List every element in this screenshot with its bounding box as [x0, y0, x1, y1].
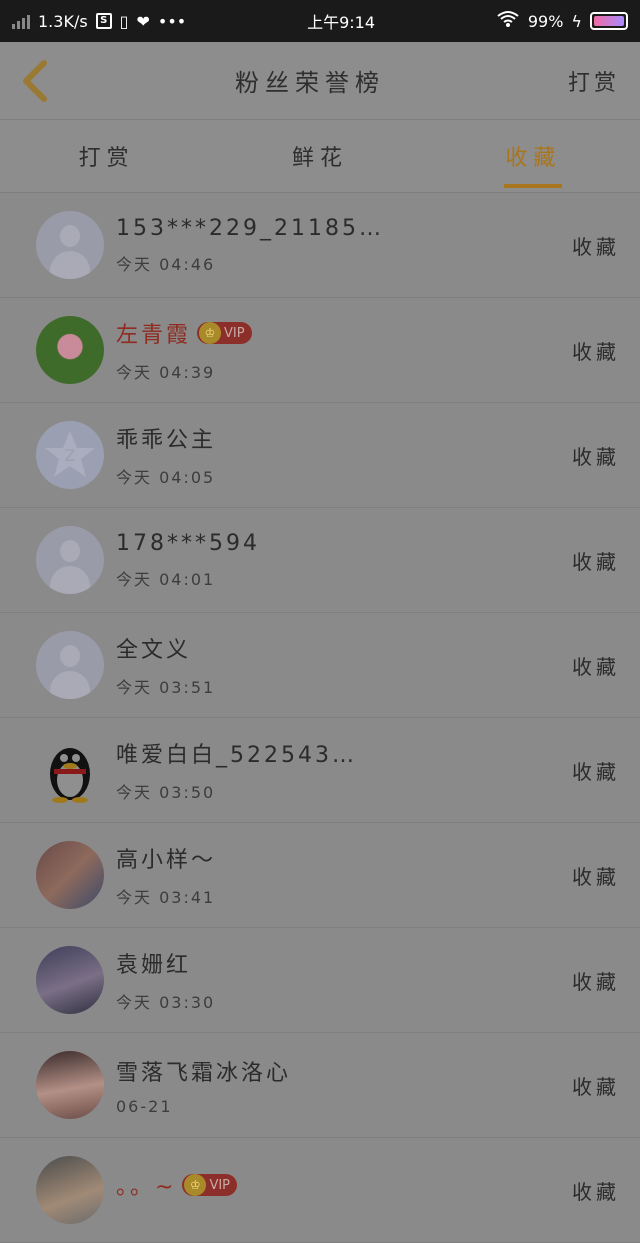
action-label: 收藏 — [572, 234, 620, 259]
vip-badge: ♔ VIP — [182, 1174, 238, 1196]
action-label: 收藏 — [572, 759, 620, 784]
reward-button[interactable]: 打赏 — [568, 65, 620, 97]
star-avatar-icon: Z — [36, 421, 104, 489]
list-item-info: 全文义 今天 03:51 — [116, 632, 572, 698]
list-item-info: 153***229_21185… 今天 04:46 — [116, 216, 572, 275]
penguin-avatar-icon — [36, 736, 104, 804]
network-speed: 1.3K/s — [38, 11, 88, 31]
phone-icon: ▯ — [119, 11, 129, 31]
action-label: 收藏 — [572, 654, 620, 679]
user-name: 左青霞 — [116, 323, 192, 348]
crown-icon: ♔ — [184, 1174, 207, 1196]
user-name: 乖乖公主 — [116, 428, 217, 453]
list-item[interactable]: 袁姗红 今天 03:30 收藏 — [0, 928, 640, 1033]
more-icon: ••• — [157, 11, 187, 31]
status-right: 99% ϟ — [496, 10, 628, 32]
charging-icon: ϟ — [571, 11, 582, 31]
crown-icon: ♔ — [199, 322, 222, 344]
user-name: 全文义 — [116, 638, 192, 663]
action-label: 收藏 — [572, 444, 620, 469]
list-item[interactable]: 高小样～ 今天 03:41 收藏 — [0, 823, 640, 928]
user-time: 06-21 — [116, 1096, 173, 1116]
list-item[interactable]: 。。~ ♔ VIP 收藏 — [0, 1138, 640, 1243]
action-label: 收藏 — [572, 549, 620, 574]
photo-avatar-icon — [36, 946, 104, 1014]
list-item[interactable]: 雪落飞霜冰洛心 06-21 收藏 — [0, 1033, 640, 1138]
user-time: 今天 04:46 — [116, 254, 216, 274]
photo-avatar-icon — [36, 1051, 104, 1119]
heart-shield-icon: ❤ — [136, 11, 150, 31]
user-time: 今天 04:05 — [116, 468, 216, 487]
fan-list: 153***229_21185… 今天 04:46 收藏 左青霞 ♔ VIP 今天… — [0, 193, 640, 1243]
photo-avatar-icon — [36, 1156, 104, 1224]
list-item[interactable]: 178***594 今天 04:01 收藏 — [0, 508, 640, 613]
list-item[interactable]: Z 乖乖公主 今天 04:05 收藏 — [0, 403, 640, 508]
user-name: 唯爱白白_522543… — [116, 743, 357, 768]
user-name: 雪落飞霜冰洛心 — [116, 1060, 292, 1086]
user-time: 今天 03:41 — [116, 888, 216, 907]
vip-label: VIP — [209, 1177, 231, 1193]
user-time: 今天 03:51 — [116, 678, 216, 697]
action-label: 收藏 — [572, 1074, 620, 1099]
list-item[interactable]: 左青霞 ♔ VIP 今天 04:39 收藏 — [0, 298, 640, 403]
user-name-row: 左青霞 ♔ VIP — [116, 317, 572, 349]
tab-reward[interactable]: 打赏 — [0, 120, 213, 192]
user-time: 今天 03:30 — [116, 993, 216, 1012]
user-time: 今天 03:50 — [116, 783, 216, 802]
list-item[interactable]: 唯爱白白_522543… 今天 03:50 收藏 — [0, 718, 640, 823]
back-arrow-icon — [23, 59, 47, 102]
list-item[interactable]: 全文义 今天 03:51 收藏 — [0, 613, 640, 718]
vip-badge: ♔ VIP — [197, 322, 252, 344]
battery-icon — [589, 12, 628, 30]
list-item-info: 左青霞 ♔ VIP 今天 04:39 — [116, 317, 572, 383]
user-name: 高小样～ — [116, 848, 217, 873]
clock: 上午9:14 — [307, 13, 375, 32]
signal-icon — [12, 13, 30, 29]
action-label: 收藏 — [572, 969, 620, 994]
user-name: 178***594 — [116, 530, 260, 556]
list-item-info: 雪落飞霜冰洛心 06-21 — [116, 1055, 572, 1116]
list-item-info: 乖乖公主 今天 04:05 — [116, 422, 572, 488]
battery-percent: 99% — [527, 11, 564, 31]
photo-avatar-icon — [36, 841, 104, 909]
user-name-row: 。。~ ♔ VIP — [116, 1169, 572, 1201]
list-item-info: 唯爱白白_522543… 今天 03:50 — [116, 737, 572, 803]
user-time: 今天 04:01 — [116, 569, 216, 589]
list-item-info: 高小样～ 今天 03:41 — [116, 842, 572, 908]
user-name: 。。~ — [116, 1175, 177, 1200]
list-item[interactable]: 153***229_21185… 今天 04:46 收藏 — [0, 193, 640, 298]
action-label: 收藏 — [572, 864, 620, 889]
vip-label: VIP — [224, 325, 245, 341]
tab-favorites[interactable]: 收藏 — [427, 120, 640, 192]
status-left: 1.3K/s S ▯ ❤ ••• — [12, 12, 186, 31]
default-avatar-icon — [36, 526, 104, 594]
list-item-info: 袁姗红 今天 03:30 — [116, 947, 572, 1013]
list-item-info: 178***594 今天 04:01 — [116, 531, 572, 590]
tab-flowers[interactable]: 鲜花 — [213, 120, 426, 192]
header-bar: 粉丝荣誉榜 打赏 — [0, 42, 640, 120]
back-button[interactable] — [20, 59, 52, 103]
page-title: 粉丝荣誉榜 — [234, 69, 385, 97]
s-app-icon: S — [95, 13, 112, 29]
user-name: 153***229_21185… — [116, 215, 384, 241]
default-avatar-icon — [36, 631, 104, 699]
tab-bar: 打赏 鲜花 收藏 — [0, 120, 640, 193]
wifi-icon — [496, 10, 520, 32]
default-avatar-icon — [36, 211, 104, 279]
status-bar: 1.3K/s S ▯ ❤ ••• 上午9:14 99% ϟ — [0, 0, 640, 42]
svg-text:Z: Z — [65, 446, 76, 465]
action-label: 收藏 — [572, 1179, 620, 1204]
user-time: 今天 04:39 — [116, 363, 216, 382]
action-label: 收藏 — [572, 339, 620, 364]
user-name: 袁姗红 — [116, 953, 192, 978]
lotus-avatar-icon — [36, 316, 104, 384]
